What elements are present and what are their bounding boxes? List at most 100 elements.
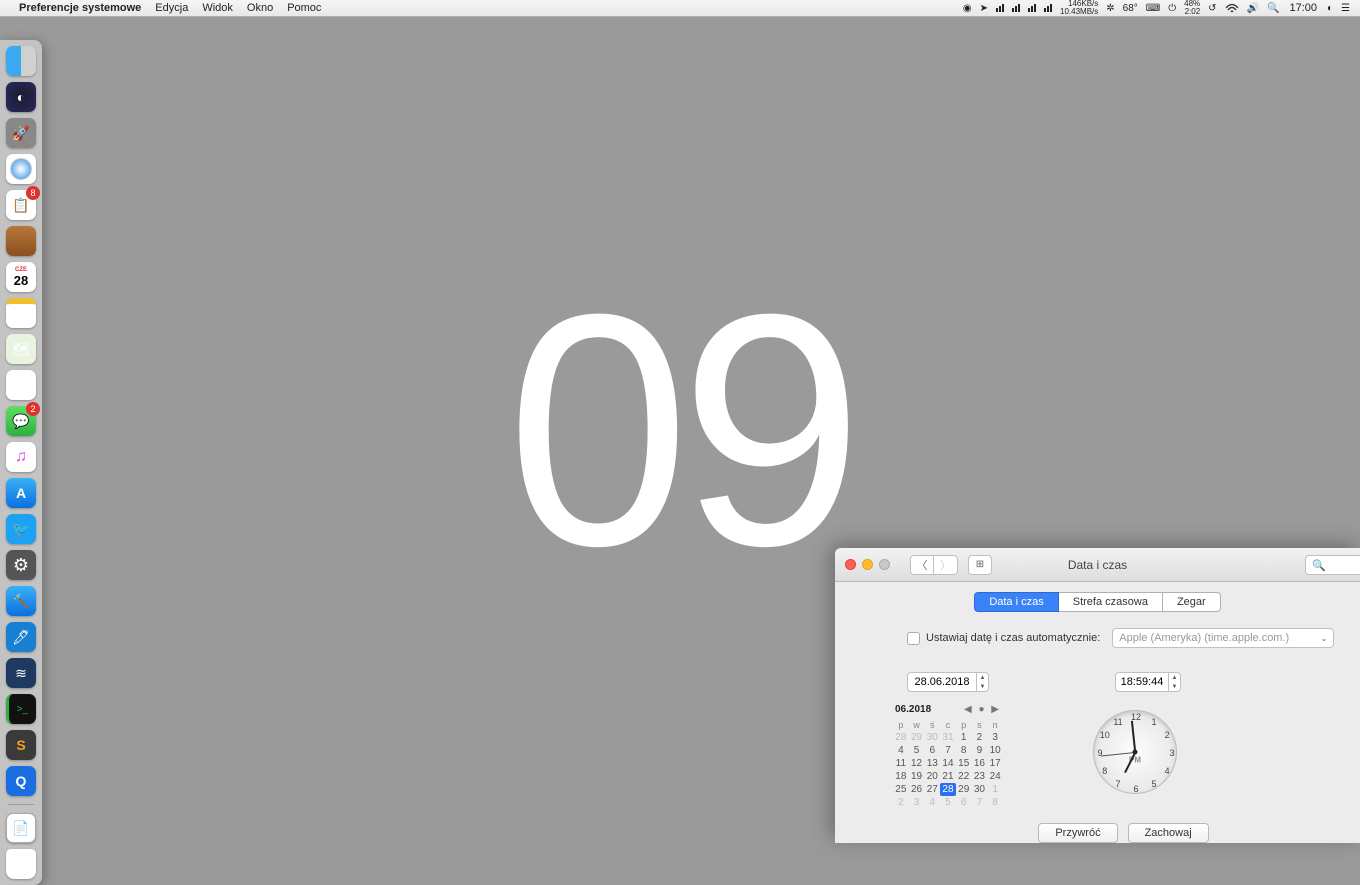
calendar-day[interactable]: 16: [972, 757, 988, 770]
calendar-day[interactable]: 10: [987, 744, 1003, 757]
menu-edit[interactable]: Edycja: [148, 2, 195, 14]
dock-calendar-icon[interactable]: CZE28: [6, 262, 36, 292]
calendar-day-prev[interactable]: 29: [909, 731, 925, 744]
menubar-gpu-icon[interactable]: [1040, 4, 1056, 12]
date-stepper[interactable]: ▲▼: [977, 672, 989, 692]
dock-notes-icon[interactable]: [6, 298, 36, 328]
calendar-day[interactable]: 21: [940, 770, 956, 783]
calendar-day[interactable]: 3: [987, 731, 1003, 744]
toolbar-showall-button[interactable]: ⊞: [968, 555, 992, 575]
window-titlebar[interactable]: 〈 〉 ⊞ Data i czas 🔍: [835, 548, 1360, 582]
auto-datetime-checkbox[interactable]: [907, 632, 920, 645]
calendar-day[interactable]: 19: [909, 770, 925, 783]
calendar-day[interactable]: 27: [924, 783, 940, 796]
menubar-fan-icon[interactable]: ✲: [1102, 3, 1118, 14]
menubar-disk-icon[interactable]: [1024, 4, 1040, 12]
menubar-location-icon[interactable]: ➤: [976, 3, 992, 14]
calendar-day-next[interactable]: 6: [956, 796, 972, 809]
window-close-button[interactable]: [845, 559, 856, 570]
menubar-notifications-icon[interactable]: ☰: [1337, 3, 1354, 14]
calendar-day-next[interactable]: 1: [987, 783, 1003, 796]
calendar-day-next[interactable]: 7: [972, 796, 988, 809]
app-menu[interactable]: Preferencje systemowe: [12, 2, 148, 14]
revert-button[interactable]: Przywróć: [1038, 823, 1117, 843]
calendar-day[interactable]: 11: [893, 757, 909, 770]
calendar-day[interactable]: 17: [987, 757, 1003, 770]
dock-document-icon[interactable]: 📄: [6, 813, 36, 843]
dock-sublime-icon[interactable]: [6, 730, 36, 760]
menubar-wifi-icon[interactable]: [1221, 3, 1243, 13]
menubar-screenrec-icon[interactable]: ◉: [959, 3, 976, 14]
dock-devtool-icon[interactable]: 🖊: [6, 622, 36, 652]
calendar-day[interactable]: 25: [893, 783, 909, 796]
dock-xcode-icon[interactable]: 🔨: [6, 586, 36, 616]
window-zoom-button[interactable]: [879, 559, 890, 570]
calendar-day[interactable]: 29: [956, 783, 972, 796]
menubar-timemachine-icon[interactable]: ↺: [1204, 3, 1220, 14]
calendar-today-button[interactable]: ●: [976, 704, 986, 715]
dock-maps-icon[interactable]: 🗺: [6, 334, 36, 364]
menubar-siri-icon[interactable]: ◐: [1323, 3, 1337, 14]
calendar-day[interactable]: 5: [909, 744, 925, 757]
calendar-day[interactable]: 8: [956, 744, 972, 757]
menubar-network-stats[interactable]: 146KB/s10.43MB/s: [1056, 0, 1102, 16]
window-minimize-button[interactable]: [862, 559, 873, 570]
calendar-day-prev[interactable]: 30: [924, 731, 940, 744]
calendar-day[interactable]: 20: [924, 770, 940, 783]
time-input[interactable]: [1115, 672, 1169, 692]
calendar-day[interactable]: 14: [940, 757, 956, 770]
dock-messages-icon[interactable]: 💬2: [6, 406, 36, 436]
menubar-cpu-icon[interactable]: [992, 4, 1008, 12]
dock-things-icon[interactable]: 📋8: [6, 190, 36, 220]
dock-iawriter-icon[interactable]: [6, 226, 36, 256]
menu-window[interactable]: Okno: [240, 2, 280, 14]
dock-terminal-icon[interactable]: >_: [6, 694, 36, 724]
dock-siri-icon[interactable]: ◐: [6, 82, 36, 112]
time-stepper[interactable]: ▲▼: [1169, 672, 1181, 692]
tab-date-time[interactable]: Data i czas: [974, 592, 1058, 612]
menu-view[interactable]: Widok: [195, 2, 240, 14]
calendar-day-prev[interactable]: 28: [893, 731, 909, 744]
calendar-day[interactable]: 23: [972, 770, 988, 783]
calendar-day[interactable]: 24: [987, 770, 1003, 783]
dock-finder-icon[interactable]: [6, 46, 36, 76]
dock-quicktime-icon[interactable]: [6, 766, 36, 796]
dock-trash-icon[interactable]: 🗑: [6, 849, 36, 879]
calendar-day[interactable]: 15: [956, 757, 972, 770]
calendar-day[interactable]: 13: [924, 757, 940, 770]
calendar-day-next[interactable]: 8: [987, 796, 1003, 809]
menubar-volume-icon[interactable]: 🔊: [1243, 3, 1263, 14]
toolbar-search-field[interactable]: 🔍: [1305, 555, 1360, 575]
date-input[interactable]: [907, 672, 977, 692]
calendar-day[interactable]: 4: [893, 744, 909, 757]
menubar-mem-icon[interactable]: [1008, 4, 1024, 12]
calendar-day[interactable]: 30: [972, 783, 988, 796]
dock-photos-icon[interactable]: ✿: [6, 370, 36, 400]
dock-sysprefs-icon[interactable]: [6, 550, 36, 580]
menu-help[interactable]: Pomoc: [280, 2, 328, 14]
tab-clock[interactable]: Zegar: [1163, 592, 1221, 612]
menubar-keyboard-icon[interactable]: ⌨: [1142, 3, 1164, 14]
menubar-temp[interactable]: 68°: [1119, 3, 1142, 14]
calendar-next-button[interactable]: ▶: [989, 704, 1001, 715]
calendar-day[interactable]: 2: [972, 731, 988, 744]
dock-launchpad-icon[interactable]: 🚀: [6, 118, 36, 148]
calendar-day[interactable]: 7: [940, 744, 956, 757]
calendar-day[interactable]: 26: [909, 783, 925, 796]
dock-safari-icon[interactable]: [6, 154, 36, 184]
calendar-day[interactable]: 9: [972, 744, 988, 757]
calendar-day-next[interactable]: 4: [924, 796, 940, 809]
calendar-day[interactable]: 6: [924, 744, 940, 757]
tab-timezone[interactable]: Strefa czasowa: [1059, 592, 1163, 612]
menubar-battery[interactable]: 48%2:02: [1180, 0, 1204, 16]
calendar-day[interactable]: 1: [956, 731, 972, 744]
calendar-day-next[interactable]: 5: [940, 796, 956, 809]
calendar-day-prev[interactable]: 31: [940, 731, 956, 744]
time-server-combobox[interactable]: Apple (Ameryka) (time.apple.com.) ⌄: [1112, 628, 1334, 648]
dock-itunes-icon[interactable]: [6, 442, 36, 472]
calendar-day-next[interactable]: 3: [909, 796, 925, 809]
calendar-day[interactable]: 28: [940, 783, 956, 796]
dock-twitter-icon[interactable]: 🐦: [6, 514, 36, 544]
toolbar-back-button[interactable]: 〈: [910, 555, 934, 575]
dock-vscode-icon[interactable]: ≋: [6, 658, 36, 688]
